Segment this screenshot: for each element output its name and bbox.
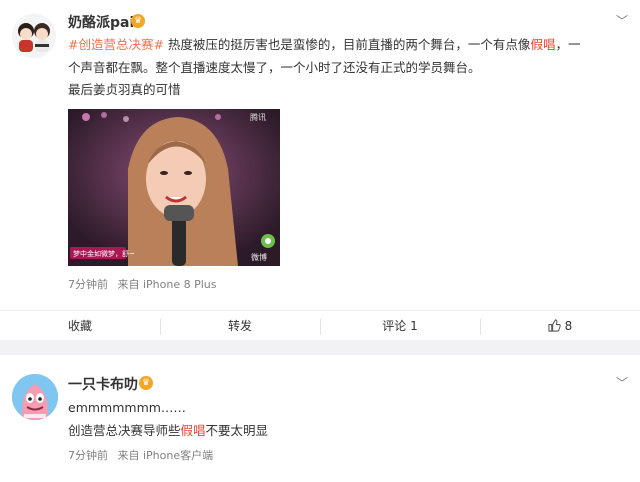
post-text-segment-end: ，一	[555, 37, 581, 52]
like-count: 8	[564, 319, 573, 333]
post-text-line-3: 最后姜贞羽真的可惜	[68, 82, 181, 97]
comment-meta: 7分钟前 来自 iPhone客户端	[68, 447, 213, 463]
photo-illustration	[68, 109, 280, 266]
post-text-segment: 热度被压的挺厉害也是蛮惨的，目前直播的两个舞台，一个有点像	[163, 37, 531, 52]
image-subtitle: 梦中金如微梦，舒~	[73, 250, 135, 258]
user-avatar[interactable]	[12, 14, 56, 58]
comment-text-segment-end: 不要太明显	[205, 423, 269, 438]
post-username[interactable]: 奶酪派pai	[68, 12, 134, 32]
crown-icon: ♛	[139, 376, 153, 390]
highlight-keyword[interactable]: 假唱	[181, 423, 206, 438]
repost-button[interactable]: 转发	[160, 311, 320, 341]
chevron-down-icon[interactable]: ﹀	[616, 12, 628, 29]
crown-icon: ♛	[131, 14, 145, 28]
avatar-illustration	[12, 14, 56, 58]
image-watermark-top: 腾讯	[250, 113, 266, 122]
favorite-button[interactable]: 收藏	[0, 311, 160, 341]
topic-link[interactable]: #创造营总决赛#	[68, 37, 164, 52]
action-bar: 收藏 转发 评论 1 8	[0, 310, 640, 341]
post-image[interactable]: 腾讯 梦中金如微梦，舒~ 微博	[68, 109, 280, 266]
commenter-avatar[interactable]	[12, 374, 58, 420]
comment-text-line-2: 创造营总决赛导师些假唱不要太明显	[68, 421, 268, 441]
post-source: 来自 iPhone 8 Plus	[117, 278, 217, 291]
post-time[interactable]: 7分钟前	[68, 278, 108, 291]
avatar-illustration	[12, 374, 58, 420]
comment-button[interactable]: 评论 1	[320, 311, 480, 341]
comment-source: 来自 iPhone客户端	[117, 449, 214, 462]
post-card: 奶酪派pai ♛ ﹀ #创造营总决赛# 热度被压的挺厉害也是蛮惨的，目前直播的两…	[0, 0, 640, 340]
comment-time[interactable]: 7分钟前	[68, 449, 108, 462]
comment-text-segment: 创造营总决赛导师些	[68, 423, 181, 438]
thumbs-up-icon	[548, 319, 561, 332]
post-meta: 7分钟前 来自 iPhone 8 Plus	[68, 276, 217, 292]
like-button[interactable]: 8	[480, 311, 640, 341]
image-watermark-bottom: 微博	[251, 253, 267, 262]
commenter-username[interactable]: 一只卡布叻	[68, 374, 138, 394]
chevron-down-icon[interactable]: ﹀	[616, 374, 628, 391]
post-text-line-1: #创造营总决赛# 热度被压的挺厉害也是蛮惨的，目前直播的两个舞台，一个有点像假唱…	[68, 35, 580, 55]
comment-text-line-1: emmmmmmm……	[68, 400, 186, 415]
highlight-keyword[interactable]: 假唱	[530, 37, 555, 52]
post-text-line-2: 个声音都在飘。整个直播速度太慢了，一个小时了还没有正式的学员舞台。	[68, 60, 481, 75]
